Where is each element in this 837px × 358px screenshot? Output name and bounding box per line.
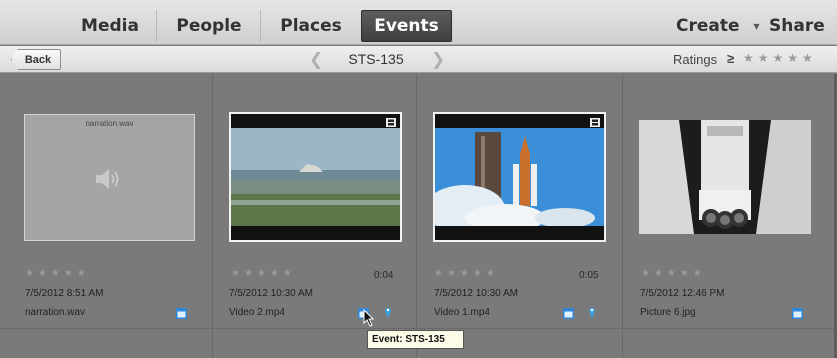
video-thumbnail[interactable] <box>229 112 402 242</box>
tab-events[interactable]: Events <box>361 10 452 42</box>
video-frame-image <box>435 114 604 240</box>
video-duration: 0:04 <box>374 270 394 281</box>
chevron-down-icon: ▾ <box>753 19 760 33</box>
calendar-icon[interactable] <box>792 308 803 319</box>
item-datetime: 7/5/2012 10:30 AM <box>434 288 518 299</box>
share-menu-label: Share <box>769 16 825 36</box>
item-datetime: 7/5/2012 8:51 AM <box>25 288 104 299</box>
item-filename: narration.wav <box>25 307 86 318</box>
top-nav-bar: Media People Places Events Create ▾ Shar… <box>0 0 837 45</box>
tab-divider <box>156 10 157 42</box>
tab-media[interactable]: Media <box>70 10 150 42</box>
video-duration: 0:05 <box>579 270 599 281</box>
tab-places[interactable]: Places <box>266 10 356 42</box>
rating-stars[interactable]: ★★★★★ <box>434 268 499 279</box>
item-filename: Picture 6.jpg <box>640 307 696 318</box>
item-datetime: 7/5/2012 10:30 AM <box>229 288 313 299</box>
item-datetime: 7/5/2012 12:46 PM <box>640 288 725 299</box>
location-pin-icon[interactable] <box>588 306 596 318</box>
media-tile-video-2[interactable]: ★★★★★ 0:04 7/5/2012 10:30 AM Video 2.mp4 <box>213 74 416 328</box>
share-menu-button[interactable]: Share ▾ <box>769 10 837 42</box>
calendar-icon[interactable] <box>176 308 187 319</box>
item-filename: Video 2.mp4 <box>229 307 285 318</box>
mouse-pointer-icon <box>363 309 375 327</box>
back-button[interactable]: Back <box>11 49 61 70</box>
tab-divider <box>260 10 261 42</box>
video-frame-image <box>231 114 400 240</box>
film-icon <box>590 118 600 127</box>
media-tile-narration[interactable]: narration.wav ★★★★★ 7/5/2012 8:51 AM nar… <box>0 74 212 328</box>
photo-thumbnail[interactable] <box>639 120 811 234</box>
location-pin-icon[interactable] <box>384 306 392 318</box>
tab-people[interactable]: People <box>163 10 255 42</box>
photo-image <box>639 120 811 234</box>
audio-thumbnail[interactable]: narration.wav <box>24 114 195 241</box>
rating-stars[interactable]: ★★★★★ <box>25 268 90 279</box>
grid-divider <box>0 328 837 329</box>
media-tile-video-1[interactable]: ★★★★★ 0:05 7/5/2012 10:30 AM Video 1.mp4 <box>417 74 622 328</box>
previous-arrow-icon[interactable]: ❮ <box>309 50 323 70</box>
create-menu-label: Create <box>676 16 740 36</box>
ratings-label: Ratings <box>673 52 718 67</box>
ratings-comparator[interactable]: ≥ <box>727 51 734 66</box>
calendar-icon[interactable] <box>563 308 574 319</box>
event-title: STS-135 <box>348 51 404 67</box>
speaker-icon <box>96 169 119 189</box>
event-toolbar: Back ❮ STS-135 ❯ Ratings ≥ ★★★★★ <box>0 46 837 73</box>
event-tooltip: Event: STS-135 <box>367 330 464 349</box>
media-grid: narration.wav ★★★★★ 7/5/2012 8:51 AM nar… <box>0 74 837 358</box>
media-tile-picture-6[interactable]: ★★★★★ 7/5/2012 12:46 PM Picture 6.jpg <box>623 74 834 328</box>
item-filename: Video 1.mp4 <box>434 307 490 318</box>
film-icon <box>386 118 396 127</box>
video-thumbnail[interactable] <box>433 112 606 242</box>
thumbnail-caption: narration.wav <box>85 119 134 128</box>
rating-stars[interactable]: ★★★★★ <box>641 268 706 279</box>
rating-stars[interactable]: ★★★★★ <box>231 268 296 279</box>
ratings-filter-stars[interactable]: ★★★★★ <box>743 51 817 65</box>
create-menu-button[interactable]: Create ▾ <box>676 10 760 42</box>
next-arrow-icon[interactable]: ❯ <box>431 50 445 70</box>
